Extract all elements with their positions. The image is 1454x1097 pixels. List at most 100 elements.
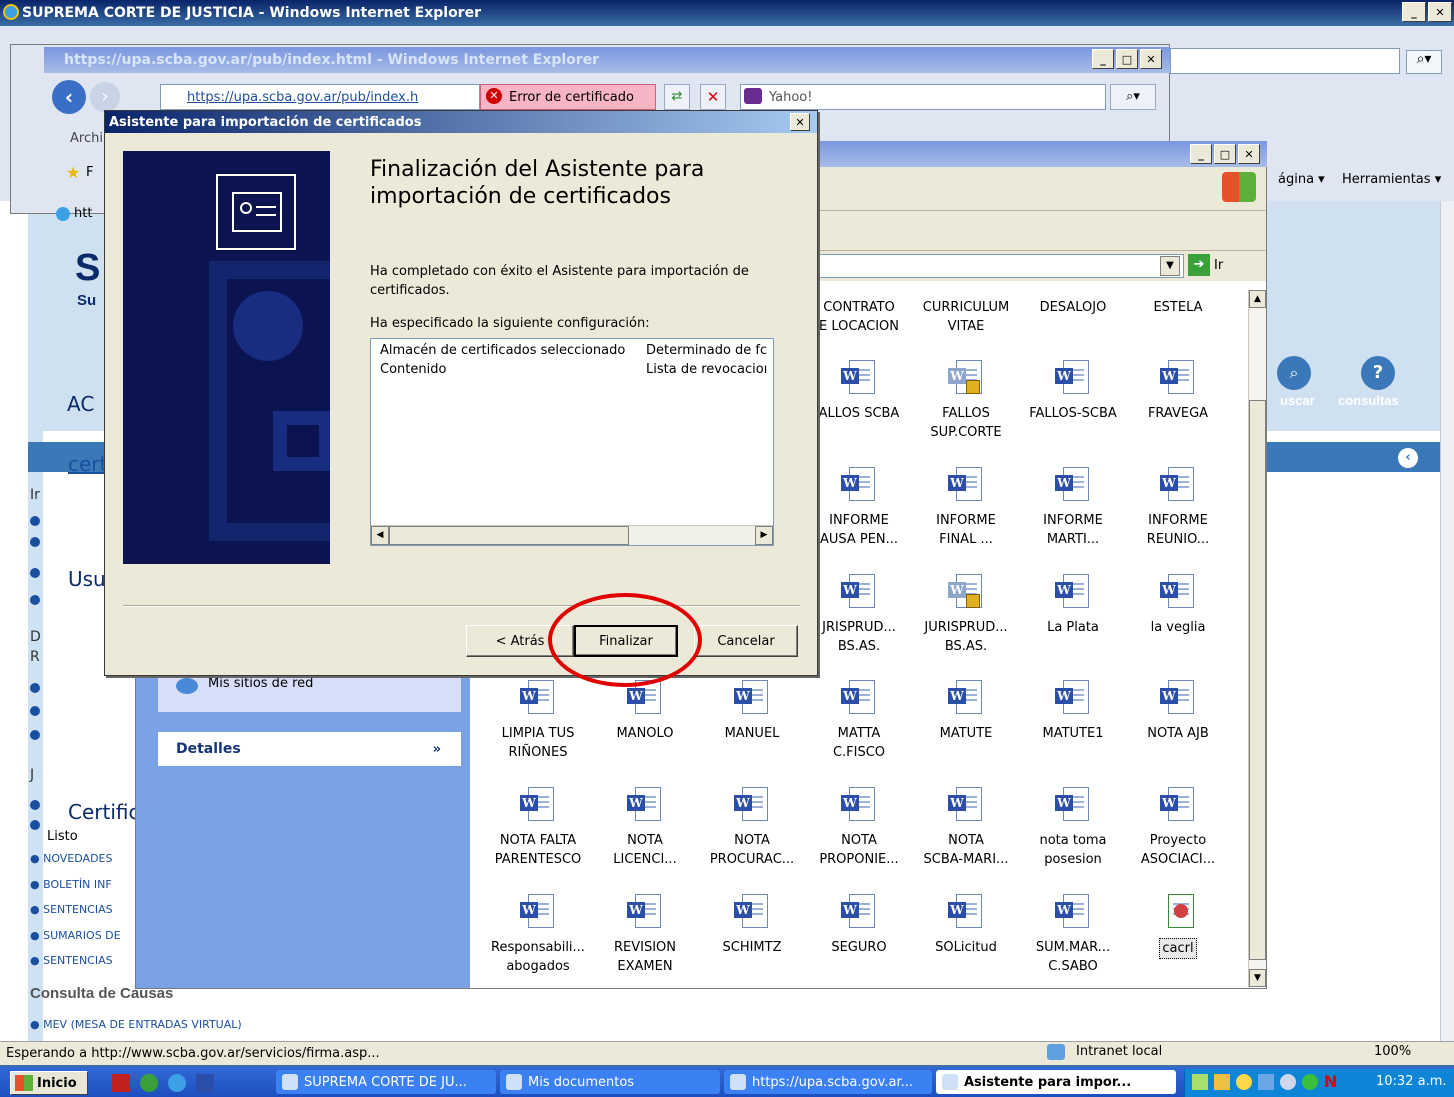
scroll-thumb[interactable] [1249,400,1266,960]
word-document-icon: W [948,678,984,718]
page-link-boletin[interactable]: ● BOLETÍN INF [30,878,112,891]
favorites-star-icon[interactable]: ★ [66,163,80,182]
word-document-icon: W [1055,892,1091,932]
favorites-label[interactable]: F [86,165,93,180]
maximize-button[interactable]: □ [1116,49,1138,69]
address-bar[interactable]: https://upa.scba.gov.ar/pub/index.h [160,84,480,110]
scroll-thumb[interactable] [389,526,629,545]
config-row: Almacén de certificados seleccionado [380,343,625,358]
page-buscar[interactable]: uscar [1280,393,1315,408]
page-link-sentencias[interactable]: ● SENTENCIAS [30,903,113,916]
config-row-value: Determinado de fc [646,343,767,358]
tray-icon[interactable] [1302,1074,1318,1090]
word-document-icon: W [1160,358,1196,398]
menu-page-label: ágina [1278,172,1315,187]
config-key: Contenido [380,362,447,377]
go-label: Ir [1214,257,1224,273]
close-button[interactable]: ✕ [1428,2,1452,22]
outer-scrollbar[interactable] [1440,201,1454,1041]
refresh-button[interactable]: ⇄ [664,84,690,110]
minimize-button[interactable]: _ [1092,49,1114,69]
explorer-address-field[interactable] [818,254,1184,278]
search-placeholder: Yahoo! [769,89,813,105]
wizard-title: Asistente para importación de certificad… [109,114,422,130]
horizontal-scrollbar[interactable]: ◀ ▶ [371,525,773,545]
tray-icon[interactable] [1192,1074,1208,1090]
word-document-icon: W [1055,465,1091,505]
desktop-icon[interactable] [112,1074,130,1092]
scroll-up-arrow[interactable]: ▲ [1249,290,1266,308]
outer-search-icon[interactable]: ⌕▾ [1406,50,1442,74]
scroll-left-arrow[interactable]: ◀ [371,526,389,545]
search-field[interactable]: Yahoo! [740,84,1106,110]
file-label: FRAVEGA [1147,406,1209,421]
page-cert-link[interactable]: cert [68,452,107,476]
page-link-mev[interactable]: ● MEV (MESA DE ENTRADAS VIRTUAL) [30,1018,242,1031]
scroll-down-arrow[interactable]: ▼ [1249,969,1266,987]
tray-icon[interactable] [1214,1074,1230,1090]
search-button[interactable]: ⌕▾ [1110,84,1156,110]
file-label: MATUTE1 [1042,726,1104,741]
page-search-icon[interactable]: ⌕ [1277,356,1311,390]
file-label: NOTA AJB [1147,726,1209,741]
messenger-icon[interactable] [140,1074,158,1092]
page-help-icon[interactable]: ? [1361,356,1395,390]
outer-titlebar[interactable]: SUPREMA CORTE DE JUSTICIA - Windows Inte… [0,0,1454,26]
outer-menu-page[interactable]: ágina ▾ [1278,172,1325,187]
tab-partial[interactable]: htt [56,206,92,221]
maximize-button[interactable]: □ [1214,144,1236,164]
word-document-icon: W [627,892,663,932]
explorer-address-dropdown[interactable]: ▼ [1160,256,1180,276]
file-label: CURRICULUM VITAE [922,300,1010,334]
network-places-link[interactable]: Mis sitios de red [208,676,313,691]
page-consultas[interactable]: consultas [1338,393,1399,408]
taskbar-button[interactable]: Asistente para impor... [936,1070,1176,1094]
page-side-letter-d: D [30,629,41,645]
page-link-sumarios[interactable]: ● SUMARIOS DE [30,929,121,942]
wizard-titlebar[interactable]: Asistente para importación de certificad… [105,111,817,133]
explorer-go-button[interactable]: ➔ Ir [1188,254,1223,276]
tray-icon[interactable] [1236,1074,1252,1090]
close-button[interactable]: ✕ [1238,144,1260,164]
page-side-letter-ir: Ir [30,487,40,503]
menu-archivo[interactable]: Archi [70,131,103,146]
tray-icon[interactable] [1258,1074,1274,1090]
nav-back-icon[interactable]: ‹ [1398,448,1418,468]
tray-icon[interactable]: N [1324,1074,1340,1090]
taskbar-button[interactable]: Mis documentos [500,1070,720,1094]
page-link-novedades[interactable]: ● NOVEDADES [30,852,112,865]
stop-button[interactable]: ✕ [700,84,726,110]
minimize-button[interactable]: _ [1402,2,1426,22]
taskbar-button[interactable]: https://upa.scba.gov.ar... [724,1070,932,1094]
back-button[interactable]: ‹ [52,80,86,114]
cancel-button[interactable]: Cancelar [694,625,798,657]
minimize-button[interactable]: _ [1190,144,1212,164]
outer-zoom[interactable]: 100% [1374,1044,1411,1059]
ie-icon[interactable] [168,1074,186,1092]
start-button[interactable]: Inicio [10,1071,88,1095]
forward-button[interactable]: › [90,82,120,112]
outer-search-field[interactable] [1170,48,1400,74]
second-titlebar[interactable]: https://upa.scba.gov.ar/pub/index.html -… [44,47,1170,73]
word-icon[interactable] [196,1074,214,1092]
word-document-icon: W [841,465,877,505]
tray-icon[interactable] [1280,1074,1296,1090]
file-scrollbar[interactable]: ▲ ▼ [1248,290,1266,987]
link-label: SENTENCIAS [43,954,113,967]
taskbar-button[interactable]: SUPREMA CORTE DE JU... [276,1070,496,1094]
scroll-right-arrow[interactable]: ▶ [755,526,773,545]
cert-error-badge[interactable]: Error de certificado [480,84,656,110]
wizard-close-button[interactable]: ✕ [790,113,810,131]
config-value: Determinado de fc [646,343,768,358]
word-document-icon: W [1055,572,1091,612]
word-document-icon: W [948,892,984,932]
crl-file-icon [1160,892,1196,932]
page-link-sentencias-2[interactable]: ● SENTENCIAS [30,954,113,967]
details-panel-header[interactable]: Detalles » [158,732,461,766]
task-buttons: SUPREMA CORTE DE JU... Mis documentos http… [276,1069,1176,1097]
second-window-controls: _ □ ✕ [1092,49,1162,69]
word-document-icon: W [520,785,556,825]
tray-icons: N [1192,1074,1340,1090]
close-button[interactable]: ✕ [1140,49,1162,69]
outer-menu-tools[interactable]: Herramientas ▾ [1342,172,1441,187]
